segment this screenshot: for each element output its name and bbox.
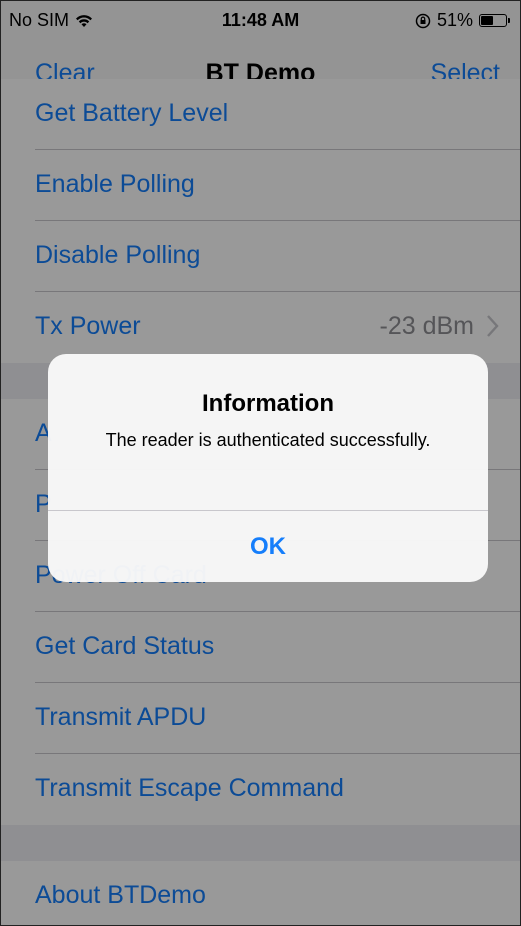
ok-button[interactable]: OK bbox=[48, 511, 488, 582]
alert-title: Information bbox=[202, 390, 334, 417]
alert-dialog: Information The reader is authenticated … bbox=[48, 354, 488, 582]
phone-screen: No SIM 11:48 AM 51% Clear BT Demo Select… bbox=[0, 0, 521, 926]
alert-message: The reader is authenticated successfully… bbox=[105, 430, 431, 450]
